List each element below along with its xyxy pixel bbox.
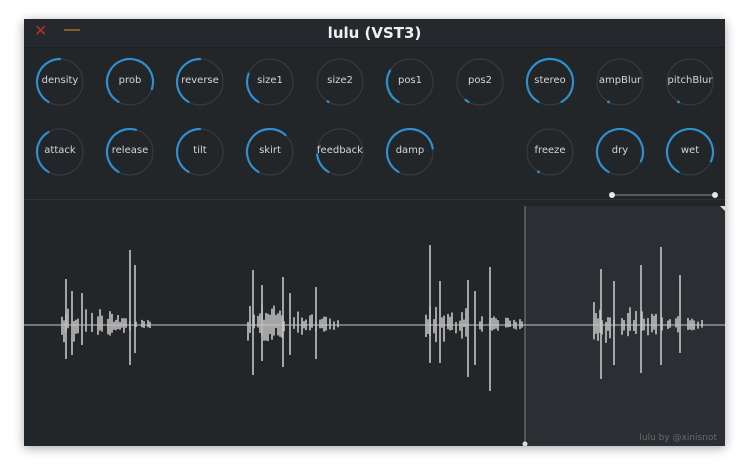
- knob-prob[interactable]: prob: [104, 56, 156, 108]
- knob-label: damp: [395, 145, 425, 156]
- knob-label: size2: [327, 75, 353, 86]
- knob-tilt[interactable]: tilt: [174, 126, 226, 178]
- knob-value-arc: [607, 100, 610, 104]
- knob-label: feedback: [317, 145, 363, 156]
- knob-label: skirt: [259, 145, 281, 156]
- waveform-display[interactable]: [24, 199, 725, 446]
- range-slider-high-handle[interactable]: [712, 192, 718, 198]
- knob-label: ampBlur: [598, 75, 642, 86]
- knob-damp[interactable]: damp: [384, 126, 436, 178]
- knob-label: prob: [118, 75, 142, 86]
- knob-label: freeze: [534, 145, 566, 156]
- knob-value-arc: [464, 98, 470, 104]
- knob-label: pos2: [467, 75, 493, 86]
- credit-text: lulu by @xinisnot: [639, 433, 717, 443]
- knob-label: reverse: [181, 75, 219, 86]
- knob-skirt[interactable]: skirt: [244, 126, 296, 178]
- knob-label: pos1: [397, 75, 423, 86]
- knob-label: wet: [680, 145, 700, 156]
- knob-pos1[interactable]: pos1: [384, 56, 436, 108]
- range-slider-low-handle[interactable]: [609, 192, 615, 198]
- knob-label: release: [111, 145, 149, 156]
- window-title: lulu (VST3): [327, 24, 422, 42]
- knob-label: density: [41, 75, 79, 86]
- knob-size2[interactable]: size2: [314, 56, 366, 108]
- knob-pos2[interactable]: pos2: [454, 56, 506, 108]
- knob-size1[interactable]: size1: [244, 56, 296, 108]
- knob-ampblur[interactable]: ampBlur: [594, 56, 646, 108]
- knob-label: dry: [611, 145, 629, 156]
- knob-release[interactable]: release: [104, 126, 156, 178]
- knob-stereo[interactable]: stereo: [524, 56, 576, 108]
- knob-freeze[interactable]: freeze: [524, 126, 576, 178]
- knob-density[interactable]: density: [34, 56, 86, 108]
- selection-region[interactable]: [525, 206, 725, 446]
- knob-value-arc: [316, 153, 330, 174]
- knob-label: size1: [257, 75, 283, 86]
- title-bar[interactable]: ✕ — lulu (VST3): [24, 19, 725, 48]
- knob-pitchblur[interactable]: pitchBlur: [664, 56, 716, 108]
- knob-value-arc: [326, 100, 330, 104]
- knob-value-arc: [677, 100, 680, 104]
- knob-attack[interactable]: attack: [34, 126, 86, 178]
- plugin-window: ✕ — lulu (VST3) density prob reverse siz…: [24, 19, 725, 446]
- knob-dry[interactable]: dry: [594, 126, 646, 178]
- knob-feedback[interactable]: feedback: [314, 126, 366, 178]
- knob-label: attack: [44, 145, 76, 156]
- knob-value-arc: [537, 170, 540, 174]
- knob-label: tilt: [193, 145, 207, 156]
- knob-label: stereo: [534, 75, 566, 86]
- knob-label: pitchBlur: [667, 75, 713, 86]
- knob-wet[interactable]: wet: [664, 126, 716, 178]
- knob-reverse[interactable]: reverse: [174, 56, 226, 108]
